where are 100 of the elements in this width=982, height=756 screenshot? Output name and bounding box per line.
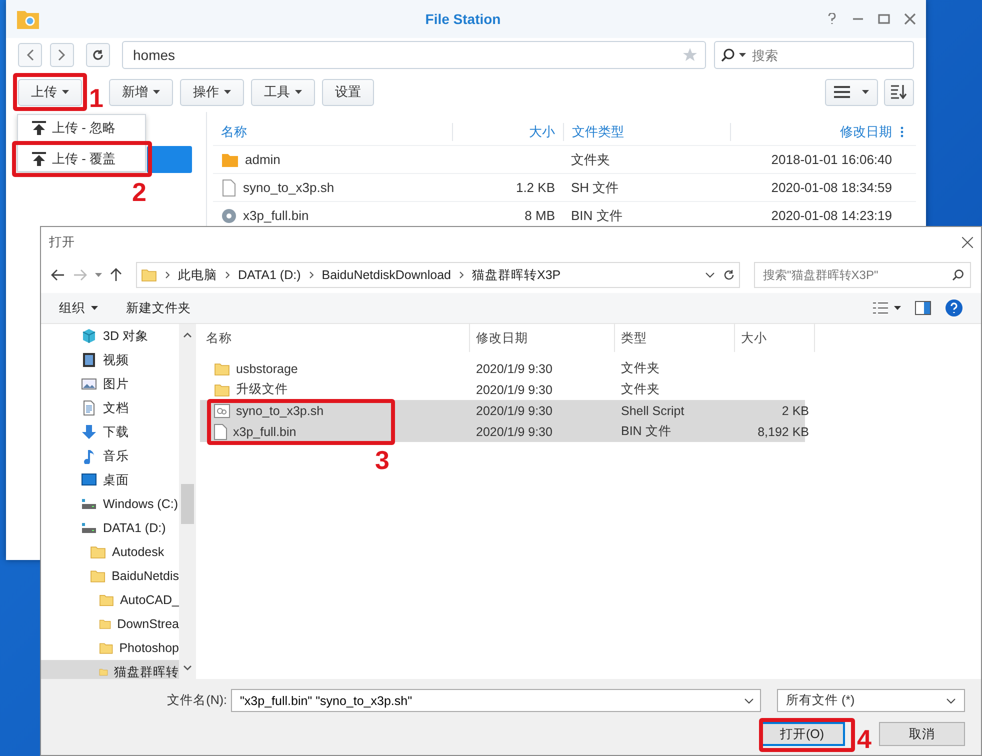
sidebar-item[interactable]: DownStrea	[41, 612, 179, 636]
search-field[interactable]: 搜索"猫盘群晖转X3P"	[754, 262, 971, 288]
sidebar-item[interactable]: 文档	[41, 396, 179, 420]
column-header[interactable]: 名称	[213, 122, 452, 140]
file-name[interactable]: syno_to_x3p.sh	[243, 180, 334, 195]
refresh-icon[interactable]	[723, 269, 735, 281]
cube-icon	[81, 328, 97, 344]
toolbar-button[interactable]: 设置	[322, 78, 374, 106]
annotation-number: 2	[132, 179, 146, 205]
chevron-down-icon[interactable]	[183, 665, 192, 671]
sidebar-item[interactable]: BaiduNetdis	[41, 564, 179, 588]
scrollbar-thumb[interactable]	[181, 484, 194, 524]
file-size: 8 MB	[524, 208, 555, 223]
script-file-icon	[214, 404, 230, 418]
search-field[interactable]: 搜索	[714, 41, 914, 69]
menu-item[interactable]: 上传 - 覆盖	[18, 146, 145, 171]
sidebar-item[interactable]: 桌面	[41, 468, 179, 492]
toolbar-button[interactable]: 工具	[251, 78, 315, 106]
star-icon[interactable]	[683, 48, 697, 62]
sort-icon	[891, 85, 907, 99]
toolbar-button[interactable]: 组织	[59, 298, 98, 318]
chevron-up-icon[interactable]	[183, 332, 192, 338]
folder-icon	[99, 640, 114, 656]
menu-item[interactable]: 上传 - 忽略	[18, 115, 145, 140]
chevron-icon	[308, 271, 314, 279]
list-icon	[834, 86, 850, 98]
caret-icon	[95, 273, 102, 277]
address-bar[interactable]: 此电脑 DATA1 (D:) BaiduNetdiskDownload 猫盘群晖转X3P	[136, 262, 740, 288]
sidebar-item[interactable]: 音乐	[41, 444, 179, 468]
modified-date: 2020/1/9 9:30	[475, 424, 554, 438]
toolbar-button[interactable]: 操作	[180, 78, 244, 106]
file-name[interactable]: x3p_full.bin	[243, 208, 309, 223]
refresh-button[interactable]	[86, 43, 110, 67]
file-icon	[221, 178, 237, 196]
back-button[interactable]	[18, 43, 42, 67]
filename-field[interactable]: "x3p_full.bin" "syno_to_x3p.sh"	[231, 689, 761, 712]
chevron-icon	[458, 271, 464, 279]
toolbar-button[interactable]: 上传	[18, 78, 82, 106]
breadcrumb-item[interactable]: BaiduNetdiskDownload	[322, 268, 451, 282]
drive-icon	[81, 520, 97, 536]
sidebar-item[interactable]: 视频	[41, 348, 179, 372]
sidebar-item[interactable]: 下载	[41, 420, 179, 444]
toolbar-button[interactable]: 新增	[109, 78, 173, 106]
sidebar-item[interactable]: 图片	[41, 372, 179, 396]
sidebar-item[interactable]: Windows (C:)	[41, 492, 179, 516]
file-row[interactable]: 升级文件 2020/1/9 9:30 文件夹	[200, 379, 805, 400]
file-name[interactable]: admin	[245, 152, 280, 167]
upload-icon	[32, 120, 46, 134]
chevron-right-icon	[58, 49, 66, 61]
help-icon[interactable]	[945, 299, 963, 317]
toolbar-button[interactable]: 新建文件夹	[126, 298, 191, 318]
modified-date: 2020-01-08 14:23:19	[771, 208, 892, 223]
search-icon	[952, 269, 964, 281]
sort-button[interactable]	[884, 78, 914, 106]
sidebar-item[interactable]: 3D 对象	[41, 324, 179, 348]
sidebar-item[interactable]: Autodesk	[41, 540, 179, 564]
dialog-button[interactable]: 取消	[879, 722, 965, 746]
caret-icon	[295, 90, 302, 94]
sidebar-item[interactable]: DATA1 (D:)	[41, 516, 179, 540]
more-icon[interactable]	[900, 126, 904, 138]
column-header[interactable]: 修改日期	[730, 122, 900, 140]
path-input[interactable]: homes	[131, 46, 683, 64]
file-row[interactable]: usbstorage 2020/1/9 9:30 文件夹	[200, 358, 805, 379]
view-mode-button[interactable]	[825, 78, 878, 106]
help-icon[interactable]	[826, 13, 838, 25]
annotation-number: 3	[375, 447, 390, 473]
file-type: 文件夹	[571, 152, 610, 166]
refresh-icon	[92, 49, 104, 61]
folder-icon	[141, 267, 157, 283]
forward-button[interactable]	[50, 43, 74, 67]
chevron-down-icon[interactable]	[705, 272, 715, 278]
modified-date: 2018-01-01 16:06:40	[771, 152, 892, 167]
file-type-dropdown[interactable]: 所有文件 (*)	[777, 689, 965, 712]
file-type: Shell Script	[620, 404, 686, 418]
scrollbar[interactable]	[179, 324, 196, 679]
window-title: File Station	[425, 11, 501, 27]
column-header[interactable]: 类型	[615, 324, 735, 352]
view-options-icon[interactable]	[873, 302, 901, 314]
up-arrow-icon[interactable]	[110, 268, 122, 282]
close-icon[interactable]	[904, 13, 916, 25]
folder-icon	[90, 544, 106, 560]
column-header[interactable]: 文件类型	[563, 122, 730, 140]
preview-pane-icon[interactable]	[915, 301, 931, 315]
close-icon[interactable]	[962, 236, 973, 248]
column-header[interactable]: 大小	[735, 324, 815, 352]
breadcrumb-item[interactable]: 此电脑	[178, 266, 217, 284]
column-header[interactable]: 大小	[452, 122, 563, 140]
path-field[interactable]: homes	[122, 41, 706, 69]
chevron-down-icon[interactable]	[744, 698, 754, 704]
sidebar-item[interactable]: AutoCAD_	[41, 588, 179, 612]
folder-icon	[221, 152, 239, 168]
maximize-icon[interactable]	[878, 13, 890, 25]
sidebar-item[interactable]: Photoshop	[41, 636, 179, 660]
column-header[interactable]: 名称	[200, 324, 470, 352]
annotation-number: 1	[89, 85, 104, 111]
sidebar-item[interactable]: 猫盘群晖转	[41, 660, 179, 679]
back-arrow-icon[interactable]	[51, 269, 65, 281]
column-header[interactable]: 修改日期	[470, 324, 615, 352]
breadcrumb-item[interactable]: DATA1 (D:)	[238, 268, 301, 282]
breadcrumb-item[interactable]: 猫盘群晖转X3P	[472, 266, 561, 284]
